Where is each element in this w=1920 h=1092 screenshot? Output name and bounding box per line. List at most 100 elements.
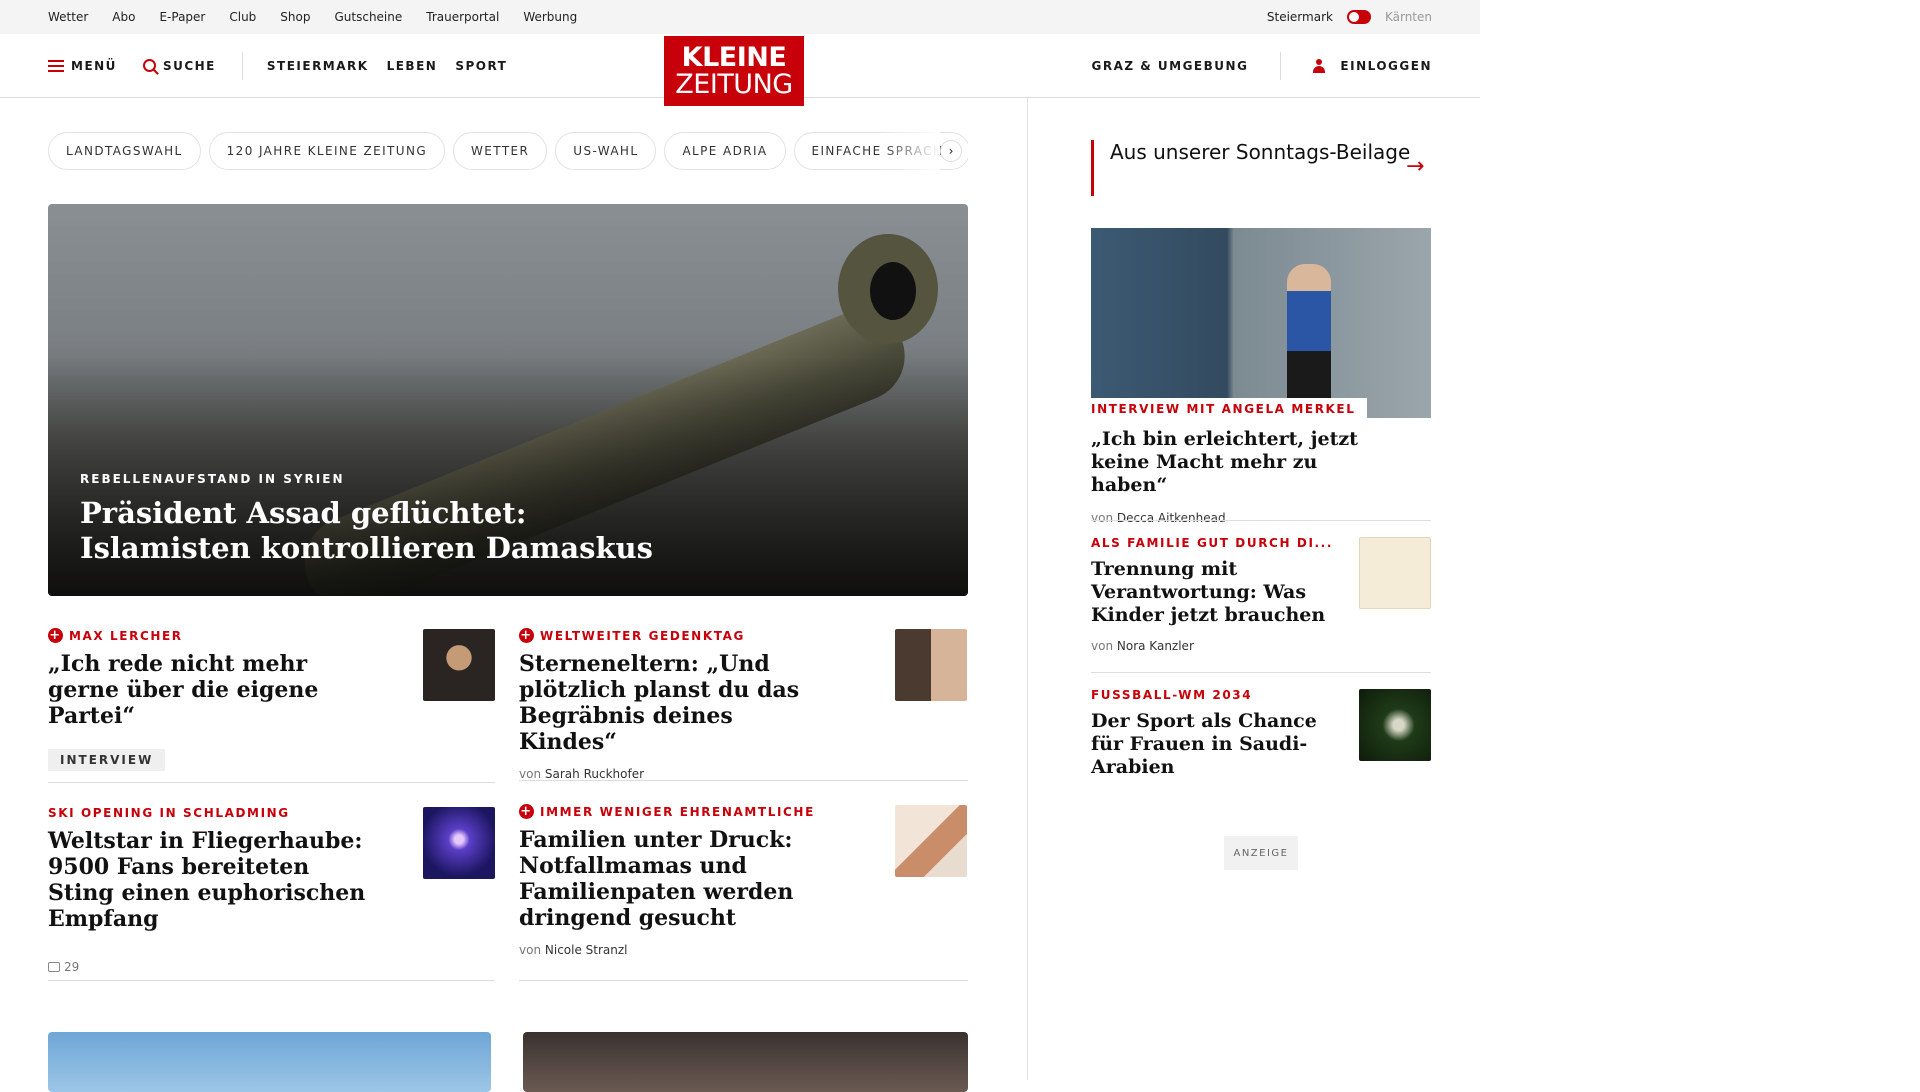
article-title: Trennung mit Verantwortung: Was Kinder j… bbox=[1091, 558, 1326, 626]
teaser-image[interactable] bbox=[523, 1032, 968, 1092]
article-title: Sterneneltern: „Und plötzlich planst du … bbox=[519, 651, 800, 755]
hero-caption: REBELLENAUFSTAND IN SYRIEN Präsident Ass… bbox=[80, 472, 653, 566]
sidebar-article[interactable]: ALS FAMILIE GUT DURCH DI... Trennung mit… bbox=[1091, 536, 1341, 653]
hero-image-muzzle bbox=[838, 234, 938, 344]
search-button[interactable]: SUCHE bbox=[142, 58, 216, 73]
article-divider bbox=[519, 780, 968, 781]
user-icon bbox=[1313, 59, 1326, 73]
region-switch: Steiermark Kärnten bbox=[1267, 10, 1432, 24]
menu-label: MENÜ bbox=[71, 58, 117, 73]
article-teaser[interactable]: + IMMER WENIGER EHRENAMTLICHE Familien u… bbox=[519, 804, 819, 957]
article-thumbnail[interactable] bbox=[1359, 537, 1431, 609]
search-icon bbox=[142, 59, 156, 72]
plus-icon: + bbox=[48, 628, 63, 643]
article-kicker-text: WELTWEITER GEDENKTAG bbox=[540, 628, 745, 643]
menu-button[interactable]: MENÜ bbox=[48, 59, 117, 73]
article-thumbnail[interactable] bbox=[423, 807, 495, 879]
nav-sport[interactable]: SPORT bbox=[455, 59, 507, 73]
byline-prefix: von bbox=[519, 767, 542, 781]
chip-alpe-adria[interactable]: ALPE ADRIA bbox=[664, 132, 786, 170]
nav-leben[interactable]: LEBEN bbox=[387, 59, 438, 73]
region-toggle[interactable] bbox=[1346, 10, 1371, 24]
byline-author: Sarah Ruckhofer bbox=[544, 767, 645, 781]
site-logo[interactable]: KLEINE ZEITUNG bbox=[664, 36, 804, 106]
article-byline: von Nicole Stranzl bbox=[519, 943, 819, 957]
sidebar-feature-article[interactable]: „Ich bin erleichtert, jetzt keine Macht … bbox=[1091, 428, 1391, 525]
sidebar-feature-kicker-text: INTERVIEW MIT ANGELA MERKEL bbox=[1091, 402, 1356, 416]
utility-link-gutscheine[interactable]: Gutscheine bbox=[334, 10, 402, 24]
article-byline: von Decca Aitkenhead bbox=[1091, 511, 1391, 525]
nav-graz-umgebung[interactable]: GRAZ & UMGEBUNG bbox=[1092, 59, 1249, 73]
article-kicker: ALS FAMILIE GUT DURCH DI... bbox=[1091, 536, 1333, 550]
article-title: Familien unter Druck: Notfallmamas und F… bbox=[519, 827, 794, 931]
chips-next-button[interactable]: › bbox=[940, 140, 962, 162]
header-separator bbox=[241, 51, 243, 80]
nav-steiermark[interactable]: STEIERMARK bbox=[267, 59, 369, 73]
search-label: SUCHE bbox=[162, 58, 216, 73]
plus-icon: + bbox=[519, 628, 534, 643]
login-label: EINLOGGEN bbox=[1340, 59, 1432, 73]
chevron-right-icon: › bbox=[948, 144, 954, 158]
hero-title: Präsident Assad geflüchtet: Islamisten k… bbox=[80, 496, 653, 566]
topic-chips: LANDTAGSWAHL 120 JAHRE KLEINE ZEITUNG WE… bbox=[48, 132, 968, 172]
sidebar-feature-kicker: INTERVIEW MIT ANGELA MERKEL bbox=[1091, 398, 1368, 420]
article-thumbnail[interactable] bbox=[1359, 689, 1431, 761]
article-teaser[interactable]: + MAX LERCHER „Ich rede nicht mehr gerne… bbox=[48, 628, 378, 771]
plus-icon: + bbox=[519, 804, 534, 819]
sidebar-feature-title: „Ich bin erleichtert, jetzt keine Macht … bbox=[1091, 428, 1358, 496]
hero-article[interactable]: REBELLENAUFSTAND IN SYRIEN Präsident Ass… bbox=[48, 204, 968, 596]
article-divider bbox=[519, 980, 968, 981]
byline-author: Nicole Stranzl bbox=[544, 943, 628, 957]
utility-bar: Wetter Abo E-Paper Club Shop Gutscheine … bbox=[0, 0, 1480, 34]
article-thumbnail[interactable] bbox=[895, 629, 967, 701]
article-comments[interactable]: 29 bbox=[48, 960, 378, 974]
article-kicker: + MAX LERCHER bbox=[48, 628, 378, 643]
chip-landtagswahl[interactable]: LANDTAGSWAHL bbox=[48, 132, 201, 170]
byline-prefix: von bbox=[519, 943, 542, 957]
hero-kicker: REBELLENAUFSTAND IN SYRIEN bbox=[80, 472, 345, 486]
page: Wetter Abo E-Paper Club Shop Gutscheine … bbox=[0, 0, 1480, 1092]
article-kicker: + IMMER WENIGER EHRENAMTLICHE bbox=[519, 804, 819, 819]
article-thumbnail[interactable] bbox=[423, 629, 495, 701]
article-thumbnail[interactable] bbox=[895, 805, 967, 877]
region-steiermark[interactable]: Steiermark bbox=[1267, 10, 1333, 24]
byline-author: Nora Kanzler bbox=[1116, 639, 1194, 653]
arrow-right-icon[interactable]: → bbox=[1406, 154, 1424, 179]
utility-link-club[interactable]: Club bbox=[229, 10, 256, 24]
article-kicker: SKI OPENING IN SCHLADMING bbox=[48, 806, 378, 820]
utility-link-werbung[interactable]: Werbung bbox=[523, 10, 577, 24]
utility-link-wetter[interactable]: Wetter bbox=[48, 10, 88, 24]
header-right: GRAZ & UMGEBUNG EINLOGGEN bbox=[1092, 34, 1433, 98]
article-byline: von Sarah Ruckhofer bbox=[519, 767, 819, 781]
teaser-image[interactable] bbox=[48, 1032, 491, 1092]
chip-wetter[interactable]: WETTER bbox=[453, 132, 548, 170]
article-kicker-text: IMMER WENIGER EHRENAMTLICHE bbox=[540, 804, 815, 819]
article-kicker: FUSSBALL-WM 2034 bbox=[1091, 688, 1253, 702]
logo-line-2: ZEITUNG bbox=[675, 69, 793, 100]
utility-link-abo[interactable]: Abo bbox=[112, 10, 135, 24]
login-button[interactable]: EINLOGGEN bbox=[1313, 59, 1432, 73]
utility-link-shop[interactable]: Shop bbox=[280, 10, 310, 24]
article-byline: von Nora Kanzler bbox=[1091, 639, 1341, 653]
comment-icon bbox=[48, 962, 60, 972]
region-kaernten[interactable]: Kärnten bbox=[1385, 10, 1432, 24]
article-teaser[interactable]: SKI OPENING IN SCHLADMING Weltstar in Fl… bbox=[48, 806, 378, 974]
chip-us-wahl[interactable]: US-WAHL bbox=[555, 132, 657, 170]
sidebar-feature-image[interactable] bbox=[1091, 228, 1431, 418]
sidebar-article[interactable]: FUSSBALL-WM 2034 Der Sport als Chance fü… bbox=[1091, 688, 1341, 779]
article-title: Weltstar in Fliegerhaube: 9500 Fans bere… bbox=[48, 828, 366, 932]
article-kicker-text: MAX LERCHER bbox=[69, 628, 183, 643]
ad-label: ANZEIGE bbox=[1224, 836, 1298, 870]
column-divider bbox=[1027, 98, 1028, 1080]
article-divider bbox=[48, 782, 495, 783]
logo-line-1: KLEINE bbox=[681, 42, 787, 73]
sidebar-heading[interactable]: Aus unserer Sonntags-Beilage bbox=[1091, 140, 1431, 196]
byline-author: Decca Aitkenhead bbox=[1116, 511, 1226, 525]
chips-fade bbox=[880, 132, 940, 172]
article-badge: INTERVIEW bbox=[48, 749, 166, 771]
utility-link-epaper[interactable]: E-Paper bbox=[159, 10, 205, 24]
chip-120-jahre[interactable]: 120 JAHRE KLEINE ZEITUNG bbox=[208, 132, 446, 170]
utility-link-trauerportal[interactable]: Trauerportal bbox=[426, 10, 499, 24]
hero-title-line-2: Islamisten kontrollieren Damaskus bbox=[80, 531, 653, 565]
article-teaser[interactable]: + WELTWEITER GEDENKTAG Sterneneltern: „U… bbox=[519, 628, 819, 781]
